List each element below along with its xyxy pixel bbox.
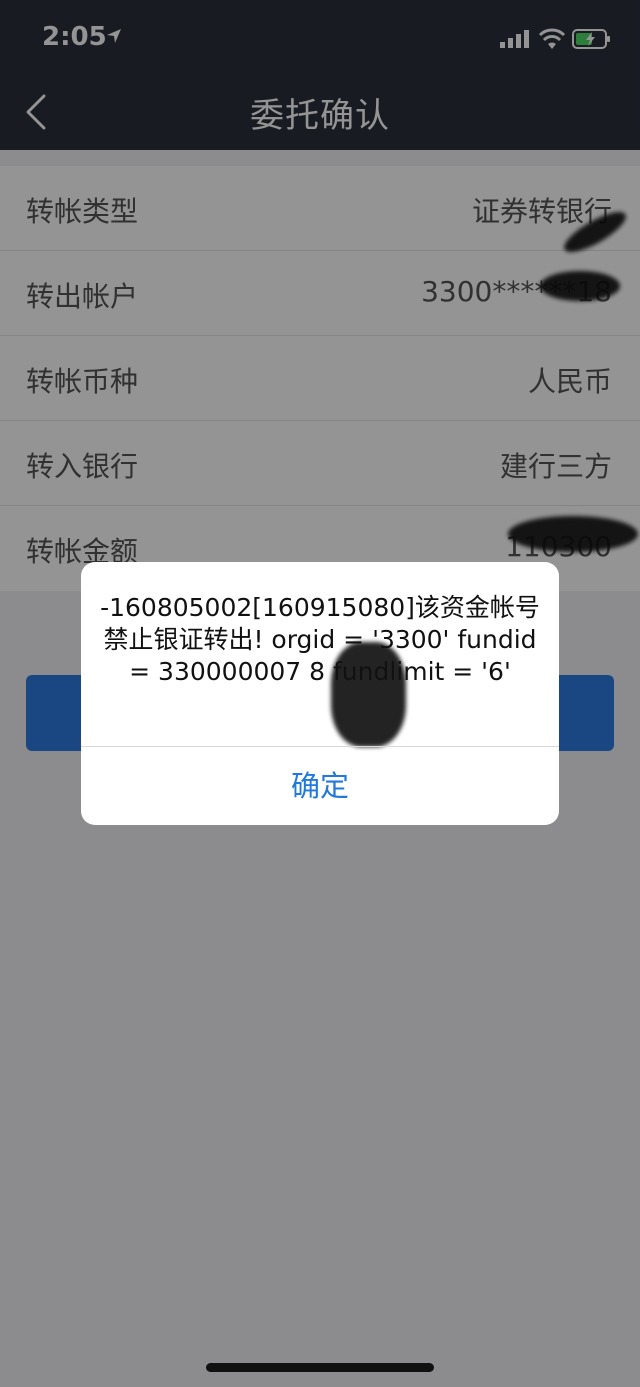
- alert-message: -160805002[160915080]该资金帐号禁止银证转出! orgid …: [100, 593, 540, 686]
- alert-ok-button[interactable]: 确定: [81, 747, 559, 825]
- screen: 2:05 委托确认 转帐类型 证券转银行 转出帐户 3300******18 转…: [0, 0, 640, 1387]
- home-indicator[interactable]: [206, 1363, 434, 1372]
- redaction-scribble: [331, 642, 406, 747]
- error-alert: -160805002[160915080]该资金帐号禁止银证转出! orgid …: [81, 562, 559, 825]
